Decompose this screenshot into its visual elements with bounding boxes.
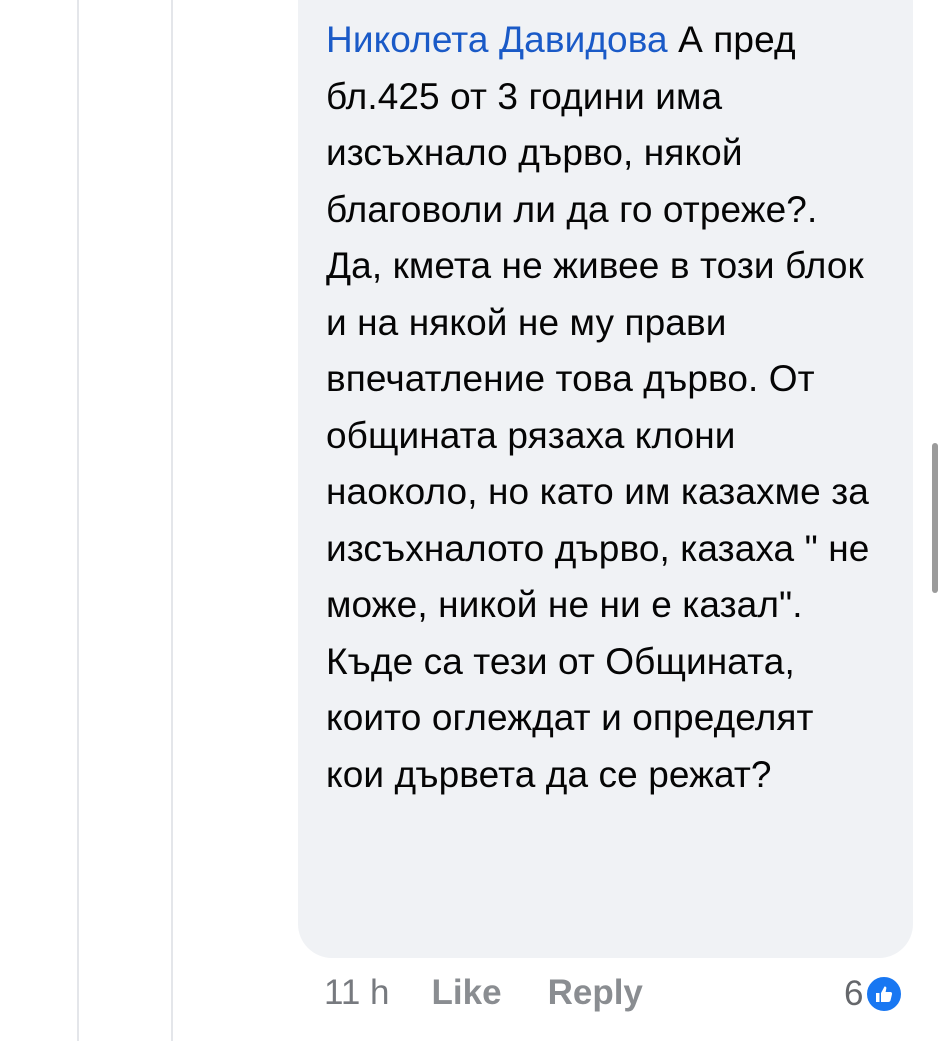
- comment-bubble: Николета Давидова А пред бл.425 от 3 год…: [298, 0, 913, 958]
- reaction-count: 6: [844, 974, 864, 1013]
- reaction-summary[interactable]: 6: [844, 970, 904, 1018]
- like-button[interactable]: Like: [432, 973, 502, 1013]
- comment-body: Николета Давидова А пред бл.425 от 3 год…: [326, 12, 871, 803]
- comment-author-link[interactable]: Николета Давидова: [326, 19, 668, 60]
- comment-text: А пред бл.425 от 3 години има изсъхнало …: [326, 19, 870, 795]
- reply-button[interactable]: Reply: [548, 973, 643, 1013]
- scrollbar[interactable]: [932, 443, 938, 593]
- thread-line-inner: [171, 0, 173, 1041]
- thread-line-outer: [77, 0, 79, 1041]
- thumbs-up-icon: [865, 975, 904, 1013]
- comment-actions: 11 h Like Reply: [324, 968, 643, 1018]
- comment-timestamp[interactable]: 11 h: [324, 973, 390, 1013]
